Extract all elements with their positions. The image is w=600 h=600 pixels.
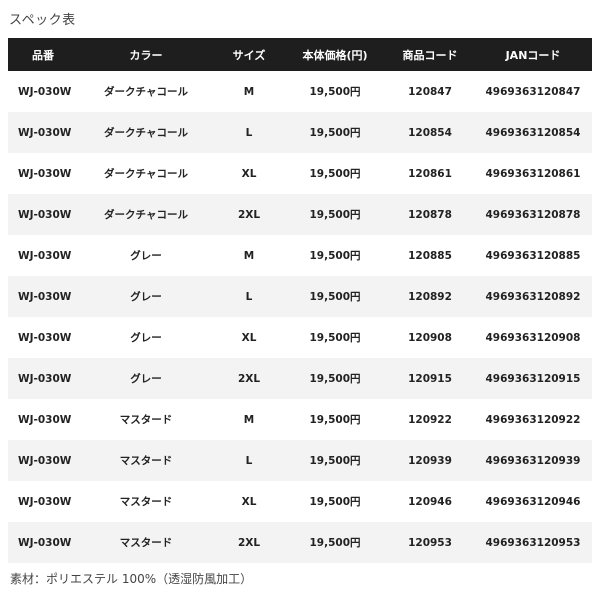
cell-color: ダークチャコール xyxy=(78,153,214,194)
cell-color: ダークチャコール xyxy=(78,194,214,235)
cell-product-code: 120854 xyxy=(386,112,474,153)
cell-product-code: 120908 xyxy=(386,317,474,358)
cell-color: グレー xyxy=(78,276,214,317)
cell-item-number: WJ-030W xyxy=(8,194,78,235)
cell-product-code: 120892 xyxy=(386,276,474,317)
table-row: WJ-030W グレー 2XL 19,500円 120915 4969363120915 xyxy=(8,358,592,399)
table-row: WJ-030W ダークチャコール XL 19,500円 120861 4969363120… xyxy=(8,153,592,194)
table-row: WJ-030W グレー L 19,500円 120892 4969363120892 xyxy=(8,276,592,317)
cell-product-code: 120922 xyxy=(386,399,474,440)
cell-product-code: 120861 xyxy=(386,153,474,194)
cell-color: マスタード xyxy=(78,522,214,563)
cell-color: ダークチャコール xyxy=(78,71,214,112)
cell-jan-code: 4969363120892 xyxy=(474,276,592,317)
cell-size: L xyxy=(214,276,284,317)
column-header-jan-code: JANコード xyxy=(474,38,592,71)
cell-item-number: WJ-030W xyxy=(8,440,78,481)
cell-color: ダークチャコール xyxy=(78,112,214,153)
cell-color: マスタード xyxy=(78,440,214,481)
cell-jan-code: 4969363120946 xyxy=(474,481,592,522)
cell-price: 19,500円 xyxy=(284,71,386,112)
table-body: WJ-030W ダークチャコール M 19,500円 120847 49693631208… xyxy=(8,71,592,563)
column-header-product-code: 商品コード xyxy=(386,38,474,71)
cell-price: 19,500円 xyxy=(284,276,386,317)
cell-size: XL xyxy=(214,481,284,522)
cell-product-code: 120953 xyxy=(386,522,474,563)
cell-price: 19,500円 xyxy=(284,194,386,235)
cell-item-number: WJ-030W xyxy=(8,522,78,563)
material-note: 素材：ポリエステル 100%（透湿防風加工） xyxy=(10,572,253,586)
cell-color: マスタード xyxy=(78,399,214,440)
cell-price: 19,500円 xyxy=(284,522,386,563)
page-title: スペック表 xyxy=(9,13,76,28)
cell-product-code: 120946 xyxy=(386,481,474,522)
cell-size: M xyxy=(214,399,284,440)
cell-price: 19,500円 xyxy=(284,235,386,276)
table-row: WJ-030W グレー M 19,500円 120885 4969363120885 xyxy=(8,235,592,276)
column-header-item-number: 品番 xyxy=(8,38,78,71)
cell-jan-code: 4969363120861 xyxy=(474,153,592,194)
table-row: WJ-030W グレー XL 19,500円 120908 4969363120908 xyxy=(8,317,592,358)
cell-price: 19,500円 xyxy=(284,153,386,194)
table-row: WJ-030W ダークチャコール 2XL 19,500円 120878 496936312… xyxy=(8,194,592,235)
cell-item-number: WJ-030W xyxy=(8,276,78,317)
cell-jan-code: 4969363120915 xyxy=(474,358,592,399)
cell-color: グレー xyxy=(78,358,214,399)
table-row: WJ-030W ダークチャコール L 19,500円 120854 49693631208… xyxy=(8,112,592,153)
cell-product-code: 120885 xyxy=(386,235,474,276)
cell-item-number: WJ-030W xyxy=(8,399,78,440)
cell-color: グレー xyxy=(78,317,214,358)
cell-jan-code: 4969363120908 xyxy=(474,317,592,358)
column-header-price: 本体価格(円) xyxy=(284,38,386,71)
cell-jan-code: 4969363120885 xyxy=(474,235,592,276)
cell-item-number: WJ-030W xyxy=(8,235,78,276)
cell-size: M xyxy=(214,235,284,276)
cell-jan-code: 4969363120922 xyxy=(474,399,592,440)
cell-product-code: 120878 xyxy=(386,194,474,235)
table-header-row: 品番 カラー サイズ 本体価格(円) 商品コード JANコード xyxy=(8,38,592,71)
cell-size: XL xyxy=(214,153,284,194)
table-row: WJ-030W マスタード M 19,500円 120922 4969363120922 xyxy=(8,399,592,440)
cell-color: グレー xyxy=(78,235,214,276)
cell-size: 2XL xyxy=(214,522,284,563)
cell-item-number: WJ-030W xyxy=(8,71,78,112)
cell-size: 2XL xyxy=(214,194,284,235)
spec-table: 品番 カラー サイズ 本体価格(円) 商品コード JANコード WJ-030W ダ… xyxy=(8,38,592,563)
column-header-color: カラー xyxy=(78,38,214,71)
table-row: WJ-030W マスタード L 19,500円 120939 4969363120939 xyxy=(8,440,592,481)
cell-size: L xyxy=(214,440,284,481)
cell-item-number: WJ-030W xyxy=(8,317,78,358)
cell-item-number: WJ-030W xyxy=(8,153,78,194)
cell-jan-code: 4969363120953 xyxy=(474,522,592,563)
cell-price: 19,500円 xyxy=(284,481,386,522)
cell-item-number: WJ-030W xyxy=(8,112,78,153)
cell-jan-code: 4969363120939 xyxy=(474,440,592,481)
cell-size: M xyxy=(214,71,284,112)
table-row: WJ-030W マスタード 2XL 19,500円 120953 496936312095… xyxy=(8,522,592,563)
cell-price: 19,500円 xyxy=(284,317,386,358)
cell-price: 19,500円 xyxy=(284,358,386,399)
cell-size: L xyxy=(214,112,284,153)
cell-jan-code: 4969363120847 xyxy=(474,71,592,112)
cell-product-code: 120847 xyxy=(386,71,474,112)
cell-price: 19,500円 xyxy=(284,440,386,481)
cell-product-code: 120915 xyxy=(386,358,474,399)
cell-size: XL xyxy=(214,317,284,358)
cell-jan-code: 4969363120878 xyxy=(474,194,592,235)
table-row: WJ-030W ダークチャコール M 19,500円 120847 49693631208… xyxy=(8,71,592,112)
cell-price: 19,500円 xyxy=(284,112,386,153)
column-header-size: サイズ xyxy=(214,38,284,71)
cell-item-number: WJ-030W xyxy=(8,481,78,522)
cell-size: 2XL xyxy=(214,358,284,399)
cell-product-code: 120939 xyxy=(386,440,474,481)
cell-jan-code: 4969363120854 xyxy=(474,112,592,153)
cell-item-number: WJ-030W xyxy=(8,358,78,399)
cell-color: マスタード xyxy=(78,481,214,522)
table-row: WJ-030W マスタード XL 19,500円 120946 4969363120946 xyxy=(8,481,592,522)
cell-price: 19,500円 xyxy=(284,399,386,440)
